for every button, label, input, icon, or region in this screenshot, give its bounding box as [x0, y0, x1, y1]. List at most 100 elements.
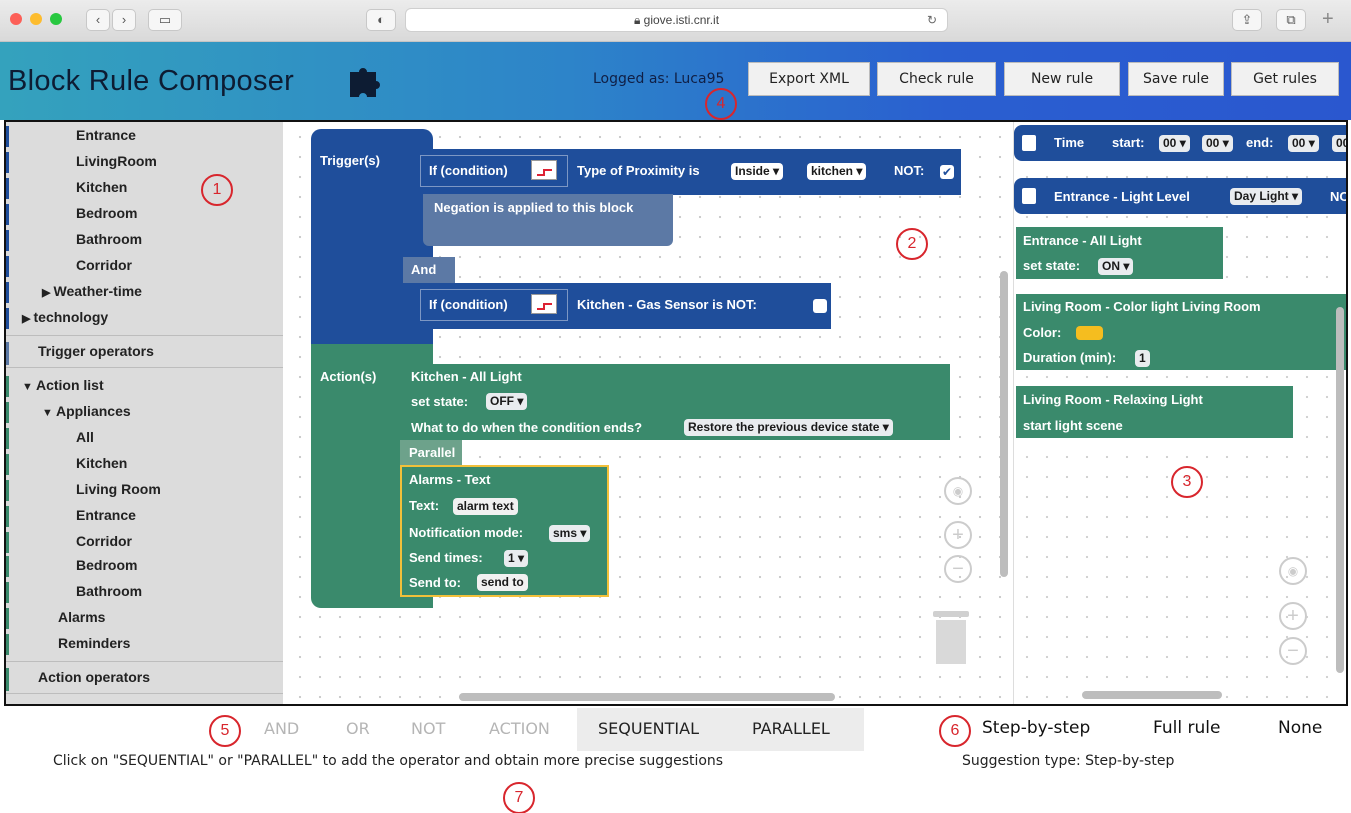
flyout-zoom-out-icon[interactable]: − [1279, 637, 1307, 665]
suggestion-none[interactable]: None [1278, 718, 1322, 738]
category-color-marker [4, 152, 9, 173]
condition-end-dropdown[interactable]: Restore the previous device state ▾ [684, 419, 893, 436]
sidebar-item-label: Reminders [58, 635, 131, 651]
address-bar[interactable]: 🔒︎ giove.isti.cnr.it ↻ [405, 8, 948, 32]
block-notch-icon-2 [1022, 188, 1036, 204]
sidebar-item-all[interactable]: All [76, 429, 94, 445]
workspace-horizontal-scrollbar[interactable] [459, 693, 835, 701]
sidebar-item-bathroom[interactable]: Bathroom [76, 231, 142, 247]
sidebar-item-bedroom[interactable]: Bedroom [76, 205, 137, 221]
room-dropdown[interactable]: kitchen ▾ [807, 163, 867, 180]
expand-arrow-icon[interactable]: ▶ [42, 287, 54, 299]
sidebar-item-entrance[interactable]: Entrance [76, 507, 136, 523]
get-rules-button[interactable]: Get rules [1231, 62, 1339, 96]
sidebar-item-entrance[interactable]: Entrance [76, 127, 136, 143]
share-icon[interactable]: ⇪ [1232, 9, 1262, 31]
rule-workspace[interactable]: Trigger(s) If (condition) Type of Proxim… [283, 121, 1011, 705]
zoom-window-icon[interactable] [50, 13, 62, 25]
relaxing-light-title: Living Room - Relaxing Light [1023, 392, 1203, 407]
trash-icon[interactable] [933, 611, 969, 667]
export-xml-button[interactable]: Export XML [748, 62, 870, 96]
annotation-5: 5 [209, 715, 241, 747]
expand-arrow-icon[interactable]: ▶ [22, 313, 34, 325]
lock-icon: 🔒︎ [633, 13, 644, 27]
sidebar-item-technology[interactable]: ▶ technology [22, 309, 108, 325]
sidebar-item-action-list[interactable]: ▼ Action list [22, 377, 104, 393]
suggestion-step-by-step[interactable]: Step-by-step [982, 718, 1090, 738]
collapse-arrow-icon[interactable]: ▼ [22, 381, 36, 393]
forward-icon[interactable]: › [112, 9, 136, 31]
sidebar-item-corridor[interactable]: Corridor [76, 533, 132, 549]
sidebar-item-action-operators[interactable]: Action operators [38, 669, 150, 685]
sidebar-item-kitchen[interactable]: Kitchen [76, 455, 127, 471]
operator-and[interactable]: AND [264, 719, 299, 738]
start-minute-dropdown[interactable]: 00 ▾ [1202, 135, 1233, 152]
back-icon[interactable]: ‹ [86, 9, 110, 31]
sidebar-item-kitchen[interactable]: Kitchen [76, 179, 127, 195]
tabs-overview-icon[interactable]: ⧉ [1276, 9, 1306, 31]
sidebar-toggle-icon[interactable]: ▭ [148, 9, 182, 31]
duration-input[interactable]: 1 [1135, 350, 1150, 367]
state-dropdown[interactable]: OFF ▾ [486, 393, 528, 410]
sidebar-item-appliances[interactable]: ▼ Appliances [42, 403, 131, 419]
light-level-dropdown[interactable]: Day Light ▾ [1230, 188, 1303, 205]
recenter-icon[interactable]: ◉ [944, 477, 972, 505]
suggestion-full-rule[interactable]: Full rule [1153, 718, 1220, 738]
send-times-dropdown[interactable]: 1 ▾ [504, 550, 529, 567]
collapse-arrow-icon[interactable]: ▼ [42, 407, 56, 419]
start-hour-dropdown[interactable]: 00 ▾ [1159, 135, 1190, 152]
category-color-marker [4, 532, 9, 553]
category-color-marker [4, 282, 9, 303]
end-hour-dropdown[interactable]: 00 ▾ [1288, 135, 1319, 152]
sidebar-item-living-room[interactable]: Living Room [76, 481, 161, 497]
check-rule-button[interactable]: Check rule [877, 62, 996, 96]
operator-or[interactable]: OR [346, 719, 370, 738]
sidebar-item-trigger-operators[interactable]: Trigger operators [38, 343, 154, 359]
zoom-in-icon[interactable]: + [944, 521, 972, 549]
proximity-dropdown[interactable]: Inside ▾ [731, 163, 784, 180]
sidebar-item-alarms[interactable]: Alarms [58, 609, 105, 625]
condition-graph-icon[interactable] [531, 160, 557, 180]
sidebar-divider [4, 693, 283, 694]
sidebar-item-reminders[interactable]: Reminders [58, 635, 130, 651]
flyout-recenter-icon[interactable]: ◉ [1279, 557, 1307, 585]
entrance-state-dropdown[interactable]: ON ▾ [1098, 258, 1134, 275]
sidebar-item-bedroom[interactable]: Bedroom [76, 557, 137, 573]
gas-sensor-label: Kitchen - Gas Sensor is NOT: [577, 297, 757, 312]
sidebar-item-corridor[interactable]: Corridor [76, 257, 132, 273]
not-checkbox-checked[interactable]: ✔ [940, 165, 954, 179]
sidebar-item-bathroom[interactable]: Bathroom [76, 583, 142, 599]
new-rule-button[interactable]: New rule [1004, 62, 1120, 96]
sidebar-item-weather-time[interactable]: ▶ Weather-time [42, 283, 142, 299]
not-checkbox-unchecked[interactable] [813, 299, 827, 313]
suggestions-flyout[interactable]: Time start: 00 ▾ 00 ▾ end: 00 ▾ 00 Entra… [1013, 121, 1348, 705]
operator-not[interactable]: NOT [411, 719, 445, 738]
color-swatch[interactable] [1076, 326, 1103, 340]
notification-mode-dropdown[interactable]: sms ▾ [549, 525, 591, 542]
reload-icon[interactable]: ↻ [927, 9, 937, 31]
end-minute-dropdown[interactable]: 00 [1332, 135, 1348, 152]
minimize-window-icon[interactable] [30, 13, 42, 25]
condition-graph-icon-2[interactable] [531, 294, 557, 314]
new-tab-icon[interactable]: + [1322, 8, 1334, 31]
alarm-text-input[interactable]: alarm text [453, 498, 518, 515]
privacy-shield-icon[interactable]: ◐ [366, 9, 396, 31]
operator-parallel[interactable]: PARALLEL [752, 719, 830, 738]
annotation-3: 3 [1171, 466, 1203, 498]
block-notch-icon [1022, 135, 1036, 151]
category-color-marker [4, 634, 9, 655]
send-to-input[interactable]: send to [477, 574, 528, 591]
save-rule-button[interactable]: Save rule [1128, 62, 1224, 96]
operator-sequential[interactable]: SEQUENTIAL [598, 719, 699, 738]
flyout-vertical-scrollbar[interactable] [1336, 307, 1344, 673]
workspace-vertical-scrollbar[interactable] [1000, 271, 1008, 577]
operator-action[interactable]: ACTION [489, 719, 550, 738]
close-window-icon[interactable] [10, 13, 22, 25]
flyout-horizontal-scrollbar[interactable] [1082, 691, 1222, 699]
sidebar-item-livingroom[interactable]: LivingRoom [76, 153, 157, 169]
zoom-out-icon[interactable]: − [944, 555, 972, 583]
notification-mode-label: Notification mode: [409, 525, 524, 540]
flyout-zoom-in-icon[interactable]: + [1279, 602, 1307, 630]
category-color-marker [4, 402, 9, 423]
time-start-label: start: [1112, 135, 1145, 150]
